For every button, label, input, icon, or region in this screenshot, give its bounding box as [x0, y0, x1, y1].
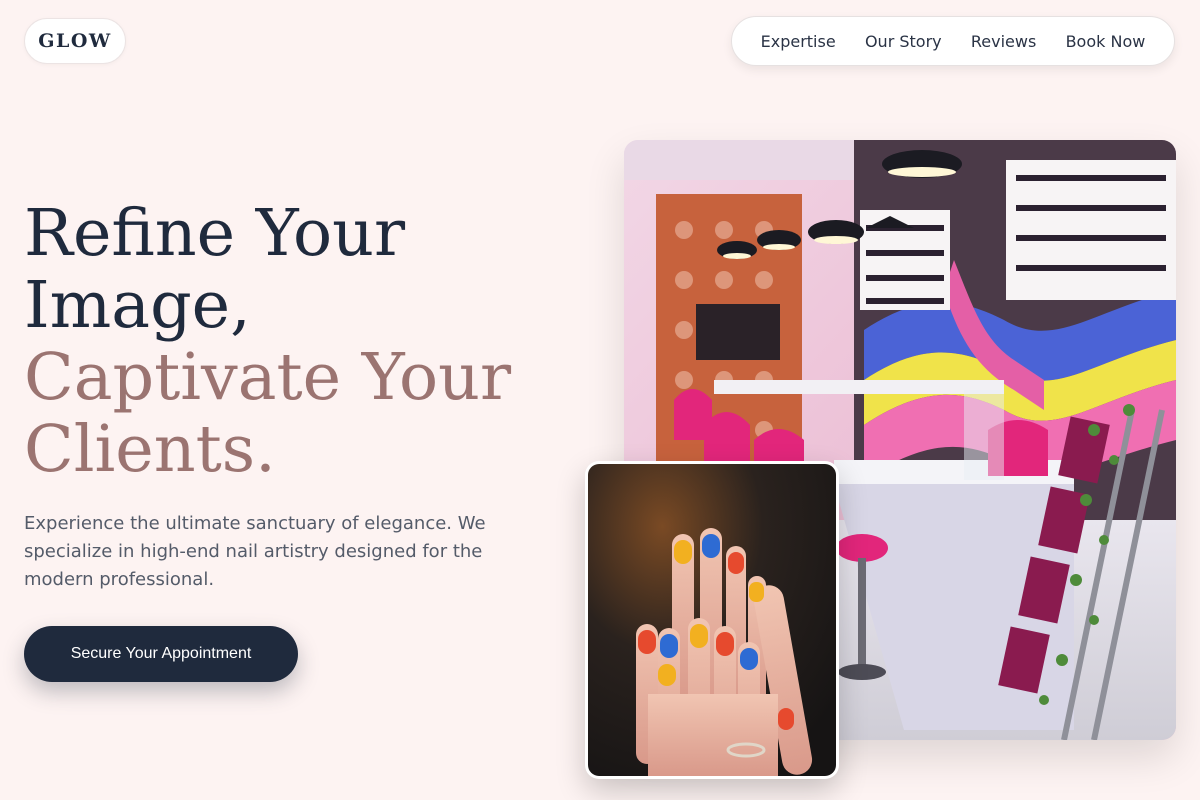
nav-link-book-now[interactable]: Book Now [1066, 32, 1146, 51]
headline-line-4: Clients. [24, 412, 276, 487]
nav-link-reviews[interactable]: Reviews [971, 32, 1036, 51]
headline-line-1: Refine Your [24, 196, 406, 271]
headline-line-2: Image, [24, 268, 251, 343]
hero-headline: Refine Your Image, Captivate Your Client… [24, 198, 584, 486]
manicure-hands-image [585, 461, 839, 779]
headline-line-3: Captivate Your [24, 340, 512, 415]
nav-link-expertise[interactable]: Expertise [761, 32, 836, 51]
brand-logo[interactable]: GLOW [24, 18, 126, 64]
nav-link-our-story[interactable]: Our Story [865, 32, 942, 51]
secure-appointment-button[interactable]: Secure Your Appointment [24, 626, 298, 682]
hero-description: Experience the ultimate sanctuary of ele… [24, 513, 486, 590]
main-nav: Expertise Our Story Reviews Book Now [731, 16, 1175, 66]
